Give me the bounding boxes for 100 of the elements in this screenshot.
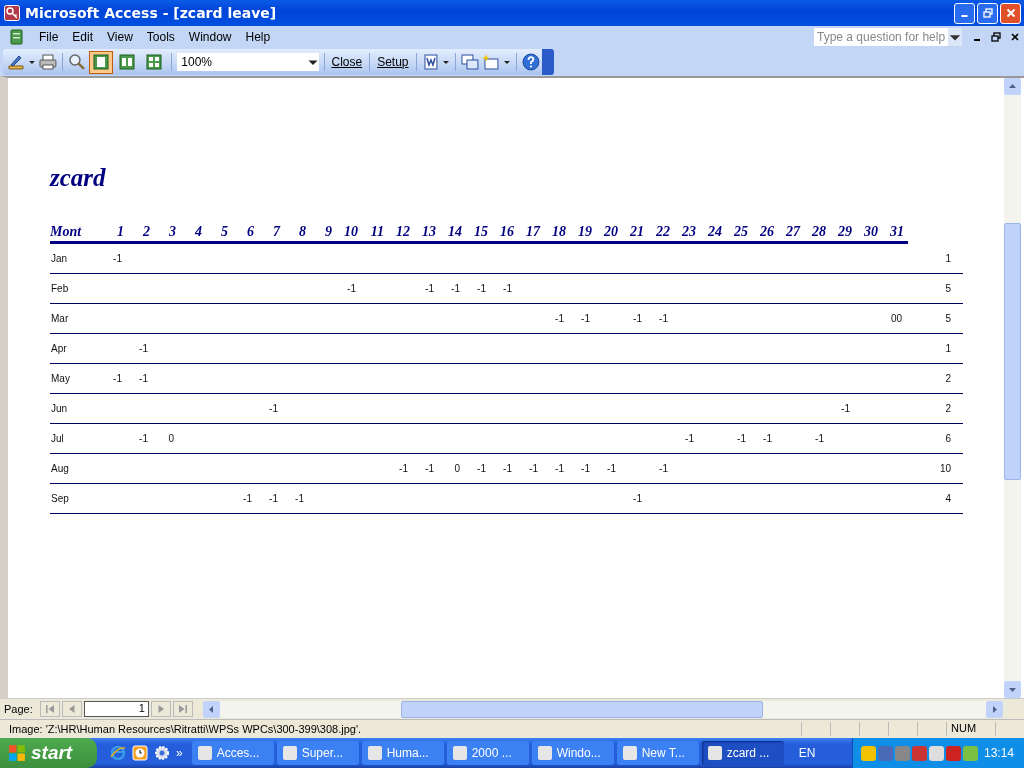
gear-icon[interactable] [154,745,170,761]
month-cell-text: Jun [50,403,69,414]
language-indicator: EN [798,746,816,760]
scroll-thumb[interactable] [400,700,763,718]
day-value-cell-text: -1 [814,433,825,444]
help-search-field[interactable]: Type a question for help [813,27,963,47]
day-value-cell-text: 0 [167,433,175,444]
menu-item[interactable]: Help [238,28,278,46]
day-value-cell-text: -1 [424,463,435,474]
menu-item[interactable]: Tools [139,28,182,46]
column-header: 13 [421,224,437,240]
column-header: 4 [194,224,203,240]
day-value-cell-text: -1 [580,313,591,324]
report-title: zcard [50,164,107,193]
day-value-cell-text: -1 [138,373,149,384]
column-header: 27 [785,224,802,240]
column-header: 23 [681,224,697,240]
total-cell-text: 5 [944,313,952,324]
toolbar-options-handle[interactable] [542,49,554,75]
form-icon [8,29,24,45]
day-value-cell-text: -1 [736,433,747,444]
zoom-dropdown[interactable]: 100% [177,53,319,71]
taskbar-button[interactable]: New T... [616,741,699,765]
day-value-cell-text: -1 [398,463,409,474]
caret-icon[interactable] [503,58,512,66]
column-header: 1 [116,224,125,240]
scroll-right-button[interactable] [986,700,1003,718]
app-icon [367,746,382,760]
column-header: 5 [220,224,229,240]
taskbar-button[interactable]: Windo... [531,741,614,765]
windows-icon[interactable] [461,53,480,71]
close-button[interactable] [1000,2,1021,24]
toolbar-button[interactable]: Setup [375,55,411,69]
column-header: 19 [577,224,593,240]
scroll-left-button[interactable] [202,700,220,718]
column-header: 28 [811,224,827,240]
ruler-pencil-icon[interactable] [7,53,25,71]
toolbar-button[interactable]: Close [329,55,365,69]
day-value-cell-text: -1 [268,493,279,504]
total-cell-text: 10 [938,463,952,474]
scroll-up-button[interactable] [1004,78,1021,95]
num-lock-indicator: NUM [946,722,995,736]
column-header: 25 [733,224,749,240]
day-value-cell-text: -1 [112,373,123,384]
close-icon[interactable] [1010,32,1020,42]
column-header: 6 [246,224,255,240]
day-value-cell-text: -1 [502,283,513,294]
taskbar-button[interactable]: zcard ... [701,741,784,765]
caret-icon[interactable] [442,58,451,66]
column-header: 11 [369,224,385,240]
help-icon[interactable] [522,53,541,71]
column-header: 2 [142,224,151,240]
page-number-field[interactable]: 1 [83,701,149,717]
restore-icon[interactable] [991,32,1001,42]
restore-button[interactable] [977,2,998,24]
browser-icon[interactable] [110,745,126,761]
scroll-thumb[interactable] [1004,223,1021,480]
column-header: 26 [759,224,775,240]
month-cell-text: Jan [50,253,69,264]
minimize-button[interactable] [954,2,975,24]
column-header: 14 [447,224,463,240]
column-header: 18 [551,224,567,240]
one-page-button[interactable] [88,50,113,74]
day-value-cell-text: -1 [242,493,253,504]
menu-item[interactable]: Edit [65,28,101,46]
month-cell-text: Apr [50,343,68,354]
day-value-cell-text: -1 [138,343,149,354]
column-header: 22 [655,224,671,240]
word-document-icon[interactable] [421,53,440,71]
clock-icon[interactable] [132,745,148,761]
column-header: 3 [168,224,177,240]
taskbar-button[interactable]: Super... [276,741,359,765]
month-cell-text: Sep [50,493,70,504]
day-value-cell-text: -1 [580,463,591,474]
printer-icon[interactable] [38,53,57,71]
window-title: Microsoft Access - [zcard leave] [25,5,277,21]
scroll-down-button[interactable] [1004,681,1021,698]
day-value-cell-text: -1 [840,403,851,414]
horizontal-scrollbar[interactable] [202,700,1003,718]
menu-item[interactable]: Window [181,28,239,46]
taskbar-button[interactable]: Huma... [361,741,444,765]
day-value-cell-text: -1 [476,283,487,294]
column-header: 29 [837,224,853,240]
total-cell-text: 2 [944,403,952,414]
app-icon [707,746,722,760]
magnifier-icon[interactable] [67,53,86,71]
taskbar-button[interactable]: 2000 ... [446,741,529,765]
day-value-cell-text: -1 [424,283,435,294]
vertical-scrollbar[interactable] [1004,78,1021,698]
taskbar-button[interactable]: Acces... [191,741,274,765]
more-icons-button[interactable]: » [176,746,183,760]
app-icon [452,746,467,760]
caret-icon[interactable] [27,58,36,66]
day-value-cell-text: -1 [632,313,643,324]
status-text: Image: 'Z:\HR\Human Resources\Ritratti\WPSs WPCs\300-399\308.jpg'. [8,723,363,735]
day-value-cell-text: -1 [658,463,669,474]
menu-item[interactable]: View [100,28,140,46]
column-header: 31 [889,224,905,240]
menu-item[interactable]: File [32,28,66,46]
tray-icons[interactable] [860,745,978,761]
